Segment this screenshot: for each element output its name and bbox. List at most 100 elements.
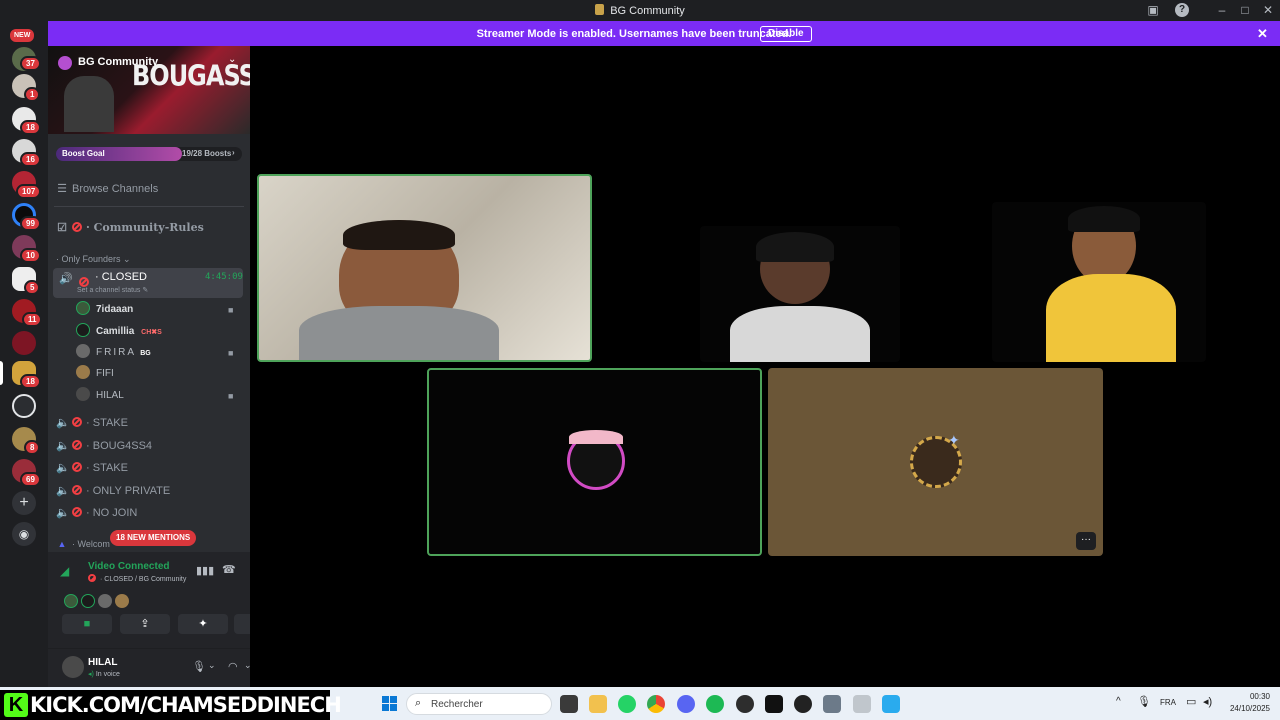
clock-date: 24/10/2025 [1229,704,1270,713]
language-indicator[interactable]: FRA [1160,698,1176,707]
divider [54,206,244,207]
user-name[interactable]: HILAL [88,657,117,668]
volume-icon[interactable]: ◂) [1203,695,1212,708]
channel-community-rules[interactable]: ☑ · Community-Rules [56,218,244,238]
chevron-up-icon[interactable]: ^ [1116,696,1121,707]
video-tile-speaking[interactable] [427,368,762,556]
badge: 8 [24,440,41,455]
server-header[interactable]: BG Community ⌄ BOUGASSAA [48,46,291,134]
maximize-button[interactable]: □ [1237,3,1253,17]
avatar [76,365,90,379]
speaker-muted-icon: 🔈 [56,462,70,474]
close-banner-icon[interactable]: ✕ [1257,26,1268,42]
speaker-muted-icon: 🔈 [56,440,70,452]
avatar [76,323,90,337]
clock[interactable]: 00:30 24/10/2025 [1226,692,1270,713]
boost-progress-text: 19/28 Boosts [182,149,232,158]
new-badge: NEW [8,27,37,44]
media-player-icon[interactable] [794,695,812,713]
obs-icon[interactable] [736,695,754,713]
windows-start-icon[interactable] [382,696,398,712]
video-tile[interactable] [700,226,900,362]
microphone-icon[interactable]: 🎙 [1137,695,1151,708]
banner-message: Streamer Mode is enabled. Usernames have… [476,28,792,40]
close-window-button[interactable]: ✕ [1260,3,1276,17]
snipping-tool-icon[interactable] [853,695,871,713]
speaker-muted-icon: 🔈 [56,485,70,497]
disable-button[interactable]: Disable [760,26,812,42]
badge: 18 [20,120,41,135]
discover-icon[interactable]: ◉ [12,522,36,546]
connection-status[interactable]: Video Connected [88,561,170,572]
video-tile[interactable] [992,202,1206,362]
stream-url: KICK.COM/CHAMSEDDINECH [30,693,342,717]
selected-server-pill [0,361,3,385]
voice-channel[interactable]: 🔈 · ONLY PRIVATE [56,481,244,501]
inbox-icon[interactable]: ▣ [1145,3,1161,17]
server-icon[interactable] [12,394,36,418]
participant-hair [1068,206,1140,232]
discord-icon[interactable] [677,695,695,713]
voice-member[interactable]: FRIRA BG [76,343,151,363]
avatar[interactable] [62,656,84,678]
checkbox-icon: ☑ [57,221,67,234]
network-icon[interactable]: ▭ [1186,695,1196,708]
channel-icon: ▲ [57,539,67,549]
help-icon[interactable]: ? [1175,3,1189,17]
spotify-icon[interactable] [706,695,724,713]
avatar [76,344,90,358]
avatar [76,301,90,315]
category-only-founders[interactable]: · Only Founders ⌄ [56,249,244,269]
voice-member[interactable]: Camillia CH✖S [76,322,162,342]
headphones-icon[interactable]: ◠ [228,660,238,673]
camera-button[interactable]: ■ [62,614,112,634]
connection-location[interactable]: · CLOSED / BG Community [88,574,186,583]
chrome-icon[interactable] [647,695,665,713]
voice-member[interactable]: HILAL [76,386,124,406]
voice-panel: ◢ Video Connected · CLOSED / BG Communit… [48,552,284,687]
more-options-button[interactable]: ··· [1076,532,1096,550]
microphone-icon[interactable]: 🎙 [192,660,206,673]
new-mentions-pill[interactable]: 18 NEW MENTIONS [110,530,197,546]
browse-channels[interactable]: ☰ Browse Channels [56,179,244,201]
search-box[interactable]: ⌕ Rechercher [406,693,552,715]
voice-member[interactable]: 7idaaan [76,300,133,320]
disconnect-icon[interactable]: ☎ [222,563,236,576]
voice-channel[interactable]: 🔈 · BOUG4SS4 [56,436,244,456]
cat-ears-icon [569,430,623,444]
file-explorer-icon[interactable] [589,695,607,713]
participant-jersey [1046,274,1176,362]
noise-suppression-icon[interactable]: ▮▮▮ [196,564,214,577]
member-tag: CH✖S [141,329,162,336]
clock-time: 00:30 [1249,692,1270,701]
channel-status-hint[interactable]: Set a channel status ✎ [77,286,148,294]
divider [48,648,250,649]
whatsapp-icon[interactable] [618,695,636,713]
participant-hair [756,232,834,262]
voice-channel[interactable]: 🔈 · NO JOIN [56,503,244,523]
video-tile-speaking[interactable] [257,174,592,362]
no-entry-icon [72,462,82,472]
camera-icon: ■ [228,305,234,315]
add-server-icon[interactable]: + [12,491,36,515]
terminal-icon[interactable] [765,695,783,713]
settings-icon[interactable] [823,695,841,713]
server-icon[interactable] [12,331,36,355]
task-view-icon[interactable] [560,695,578,713]
boost-goal-bar[interactable]: Boost Goal 19/28 Boosts › [56,147,242,161]
video-tile[interactable]: ✦ ··· [768,368,1103,556]
badge: 5 [24,280,41,295]
minimize-button[interactable]: – [1214,3,1230,17]
window-title: BG Community [0,4,1280,17]
badge: 69 [20,472,41,487]
participant-hair [343,220,455,250]
voice-channel[interactable]: 🔈 · STAKE [56,458,244,478]
activities-button[interactable]: ✦ [178,614,228,634]
title-bar: BG Community ▣ ? – □ ✕ [0,0,1280,21]
voice-member[interactable]: FIFI [76,364,114,384]
voice-channel[interactable]: 🔈 · STAKE [56,413,244,433]
screen-share-button[interactable]: ⇪ [120,614,170,634]
channel-closed-active[interactable]: 🔊 · CLOSED 4:45:09 Set a channel status … [53,268,243,298]
chevron-down-icon[interactable]: ⌄ [208,660,216,671]
telegram-icon[interactable] [882,695,900,713]
